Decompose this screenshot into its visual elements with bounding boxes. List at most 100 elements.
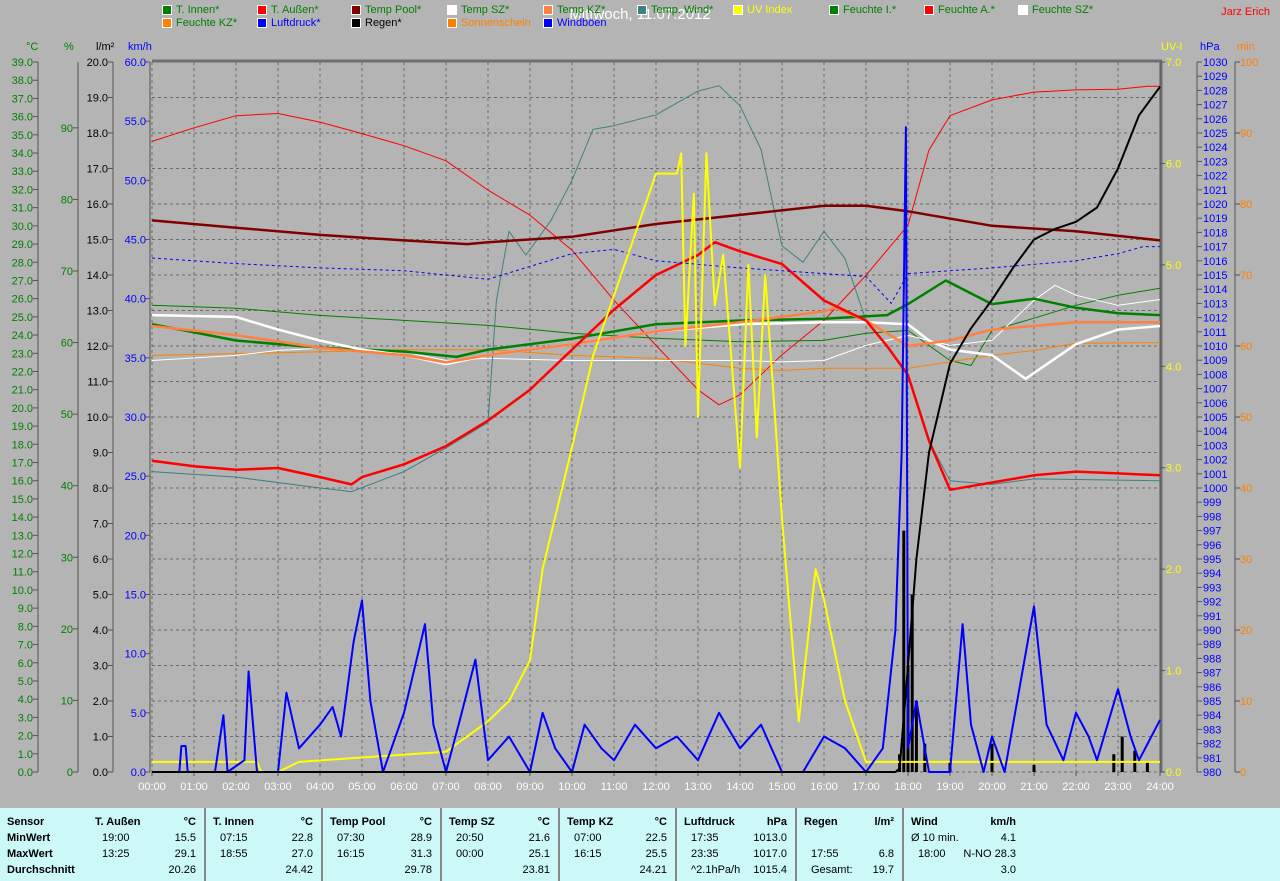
y-tick-label-min: 50 <box>1240 412 1252 424</box>
y-tick-label-hpa: 985 <box>1203 696 1221 708</box>
y-tick-label-min: 10 <box>1240 696 1252 708</box>
y-tick-label-rain: 10.0 <box>87 412 108 424</box>
y-tick-label-hpa: 999 <box>1203 497 1221 509</box>
column-header: Temp Pool <box>330 816 386 828</box>
y-tick-label-degC: 17.0 <box>12 458 33 470</box>
y-tick-label-hpa: 1017 <box>1203 242 1227 254</box>
y-tick-label-kmh: 25.0 <box>125 471 146 483</box>
row-time: Gesamt: <box>811 864 853 876</box>
y-tick-label-hpa: 1023 <box>1203 156 1227 168</box>
row-time: Ø 10 min. <box>911 832 959 844</box>
y-tick-label-rain: 6.0 <box>93 554 108 566</box>
stats-table: Sensor MinWert MaxWert Durchschnitt T. Außen… <box>0 808 1280 881</box>
y-axis-unit-degC: °C <box>26 41 38 53</box>
y-tick-label-hpa: 984 <box>1203 710 1221 722</box>
y-tick-label-uv: 2.0 <box>1166 564 1181 576</box>
row-value: 25.1 <box>528 848 550 860</box>
y-tick-label-degC: 11.0 <box>12 567 33 579</box>
y-tick-label-hpa: 998 <box>1203 511 1221 523</box>
stats-column: Temp SZ °C 20:50 21.6 00:00 25.1 23.81 <box>442 808 560 881</box>
row-time: 16:15 <box>337 848 365 860</box>
stats-column: Temp KZ °C 07:00 22.5 16:15 25.5 24.21 <box>560 808 677 881</box>
x-tick-label: 12:00 <box>642 781 670 793</box>
y-tick-label-hpa: 1007 <box>1203 384 1227 396</box>
y-tick-label-degC: 32.0 <box>12 184 33 196</box>
y-tick-label-hpa: 1021 <box>1203 185 1227 197</box>
row-value: 29.78 <box>404 864 432 876</box>
row-time: ^2.1hPa/h <box>691 864 741 876</box>
row-value: 21.6 <box>528 832 550 844</box>
x-tick-label: 09:00 <box>516 781 544 793</box>
y-tick-label-rain: 8.0 <box>93 483 108 495</box>
y-tick-label-hpa: 995 <box>1203 554 1221 566</box>
row-value: 25.5 <box>645 848 667 860</box>
y-tick-label-degC: 27.0 <box>12 275 33 287</box>
y-tick-label-min: 100 <box>1240 57 1258 69</box>
x-tick-label: 19:00 <box>936 781 964 793</box>
row-label: MaxWert <box>7 848 53 860</box>
y-tick-label-hpa: 988 <box>1203 653 1221 665</box>
row-value: 15.5 <box>174 832 196 844</box>
stats-column: T. Innen °C 07:15 22.8 18:55 27.0 24.42 <box>206 808 323 881</box>
x-tick-label: 14:00 <box>726 781 754 793</box>
column-unit: °C <box>537 816 550 828</box>
y-tick-label-hpa: 992 <box>1203 597 1221 609</box>
y-tick-label-pct: 10 <box>61 695 73 707</box>
y-tick-label-degC: 13.0 <box>12 530 33 542</box>
y-tick-label-hpa: 990 <box>1203 625 1221 637</box>
y-tick-label-degC: 5.0 <box>18 676 33 688</box>
y-tick-label-rain: 17.0 <box>87 164 108 176</box>
column-header: Temp KZ <box>567 816 614 828</box>
y-tick-label-hpa: 987 <box>1203 668 1221 680</box>
row-value: 31.3 <box>410 848 432 860</box>
y-tick-label-degC: 19.0 <box>12 421 33 433</box>
y-axis-unit-kmh: km/h <box>128 41 152 53</box>
stats-column: Wind km/h Ø 10 min. 4.1 18:00 N-NO 28.3 3.0 <box>904 808 1024 881</box>
x-tick-label: 20:00 <box>978 781 1006 793</box>
row-time: 23:35 <box>691 848 719 860</box>
y-tick-label-hpa: 994 <box>1203 568 1221 580</box>
y-tick-label-hpa: 1008 <box>1203 369 1227 381</box>
column-header: T. Innen <box>213 816 254 828</box>
column-header: T. Außen <box>95 816 141 828</box>
y-tick-label-min: 20 <box>1240 625 1252 637</box>
row-time: 07:30 <box>337 832 365 844</box>
y-tick-label-min: 90 <box>1240 128 1252 140</box>
y-tick-label-hpa: 1020 <box>1203 199 1227 211</box>
row-value: 29.1 <box>174 848 196 860</box>
stats-column: Regen l/m² 17:55 6.8 Gesamt: 19.7 <box>797 808 904 881</box>
y-tick-label-kmh: 30.0 <box>125 412 146 424</box>
y-tick-label-degC: 14.0 <box>12 512 33 524</box>
x-tick-label: 18:00 <box>894 781 922 793</box>
y-tick-label-pct: 90 <box>61 123 73 135</box>
y-tick-label-degC: 8.0 <box>18 621 33 633</box>
y-tick-label-rain: 16.0 <box>87 199 108 211</box>
y-tick-label-rain: 2.0 <box>93 696 108 708</box>
y-tick-label-degC: 33.0 <box>12 166 33 178</box>
y-tick-label-hpa: 1016 <box>1203 256 1227 268</box>
row-value: 19.7 <box>872 864 894 876</box>
y-tick-label-hpa: 1028 <box>1203 85 1227 97</box>
y-tick-label-rain: 12.0 <box>87 341 108 353</box>
y-tick-label-degC: 22.0 <box>12 366 33 378</box>
stats-column: T. Außen °C 19:00 15.5 13:25 29.1 20.26 <box>88 808 206 881</box>
row-time: 13:25 <box>102 848 130 860</box>
y-tick-label-degC: 15.0 <box>12 494 33 506</box>
y-tick-label-degC: 0.0 <box>18 767 33 779</box>
y-tick-label-hpa: 1024 <box>1203 142 1227 154</box>
y-tick-label-degC: 23.0 <box>12 348 33 360</box>
y-tick-label-rain: 15.0 <box>87 235 108 247</box>
rain-bar <box>1145 761 1149 772</box>
y-tick-label-hpa: 1009 <box>1203 355 1227 367</box>
y-tick-label-hpa: 1029 <box>1203 71 1227 83</box>
y-tick-label-kmh: 60.0 <box>125 57 146 69</box>
y-tick-label-kmh: 0.0 <box>131 767 146 779</box>
y-tick-label-rain: 14.0 <box>87 270 108 282</box>
y-tick-label-degC: 6.0 <box>18 658 33 670</box>
y-tick-label-pct: 50 <box>61 409 73 421</box>
y-tick-label-degC: 2.0 <box>18 731 33 743</box>
y-tick-label-kmh: 5.0 <box>131 708 146 720</box>
x-tick-label: 21:00 <box>1020 781 1048 793</box>
y-tick-label-hpa: 1013 <box>1203 298 1227 310</box>
row-value: 24.42 <box>285 864 313 876</box>
